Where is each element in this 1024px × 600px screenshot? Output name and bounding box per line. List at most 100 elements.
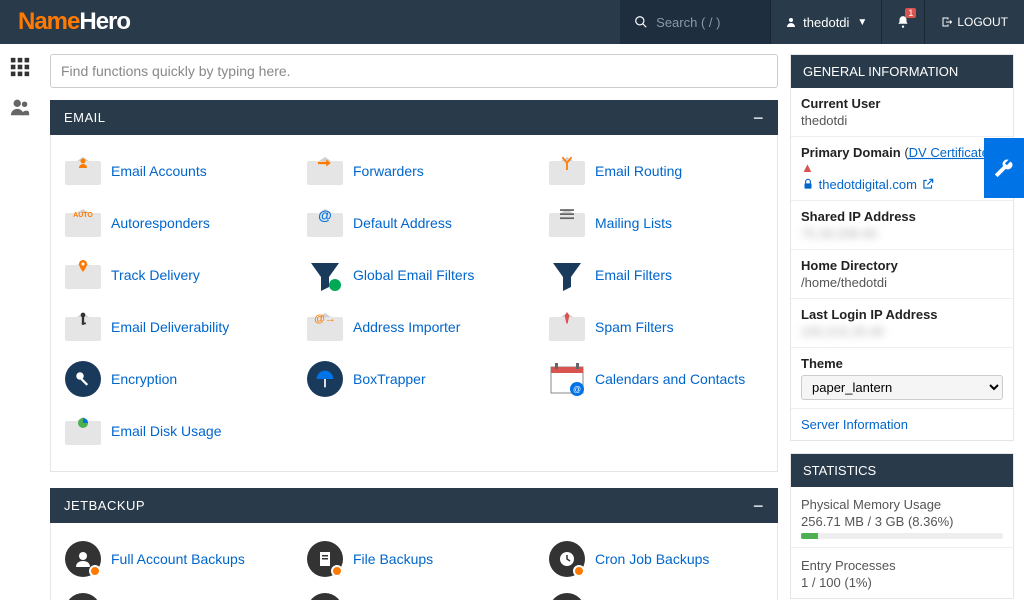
app-item[interactable]: Cron Job Backups (535, 533, 777, 585)
panel-email: EMAIL − Email Accounts Forwarders Email Ro… (50, 100, 778, 472)
app-item[interactable]: Email Deliverability (51, 301, 293, 353)
user-icon (785, 16, 797, 28)
wrench-tab[interactable] (984, 138, 1024, 198)
user-menu[interactable]: thedotdi ▼ (771, 0, 881, 44)
app-item[interactable]: Email Routing (535, 145, 777, 197)
app-icon (65, 257, 101, 293)
app-item[interactable]: Email Backups (535, 585, 777, 600)
app-link[interactable]: Email Deliverability (111, 319, 229, 335)
app-icon (65, 593, 101, 600)
current-user-label: Current User (801, 96, 1003, 111)
app-link[interactable]: File Backups (353, 551, 433, 567)
app-item[interactable]: Track Delivery (51, 249, 293, 301)
app-link[interactable]: Email Filters (595, 267, 672, 283)
logout-button[interactable]: LOGOUT (925, 0, 1024, 44)
leftbar (0, 44, 40, 600)
app-icon (65, 309, 101, 345)
app-link[interactable]: Email Disk Usage (111, 423, 221, 439)
primary-domain-link[interactable]: thedotdigital.com (819, 177, 935, 192)
dv-cert-link[interactable]: DV Certificate (909, 145, 989, 160)
topbar-search[interactable] (620, 0, 770, 44)
logo-white: Hero (79, 8, 130, 35)
app-item[interactable]: DNS Zone Backups (51, 585, 293, 600)
notifications[interactable]: 1 (882, 0, 924, 44)
last-login-value: 100.215.20.40 (801, 324, 1003, 339)
shared-ip-value: 75.34.208.40 (801, 226, 1003, 241)
current-user-value: thedotdi (801, 113, 1003, 128)
app-link[interactable]: Spam Filters (595, 319, 674, 335)
app-link[interactable]: Email Accounts (111, 163, 207, 179)
panel-head-email[interactable]: EMAIL − (50, 100, 778, 135)
app-item[interactable]: Email Accounts (51, 145, 293, 197)
server-info-link[interactable]: Server Information (801, 417, 908, 432)
mem-value: 256.71 MB / 3 GB (8.36%) (801, 514, 1003, 529)
app-item[interactable]: Global Email Filters (293, 249, 535, 301)
app-link[interactable]: Default Address (353, 215, 452, 231)
app-icon (307, 361, 343, 397)
app-link[interactable]: Cron Job Backups (595, 551, 709, 567)
general-info-panel: GENERAL INFORMATION Current User thedotd… (790, 54, 1014, 441)
app-icon (65, 361, 101, 397)
mem-label: Physical Memory Usage (801, 497, 1003, 512)
app-icon (549, 153, 585, 189)
apps-grid-icon[interactable] (9, 56, 31, 78)
sidebar: GENERAL INFORMATION Current User thedotd… (790, 44, 1024, 600)
logout-icon (941, 16, 953, 28)
warning-icon: ▲ (801, 160, 1003, 175)
app-link[interactable]: Encryption (111, 371, 177, 387)
panel-title: JETBACKUP (64, 498, 145, 513)
app-link[interactable]: BoxTrapper (353, 371, 426, 387)
primary-domain-label: Primary Domain (DV Certificate) (801, 145, 1003, 160)
app-link[interactable]: Full Account Backups (111, 551, 245, 567)
search-icon (634, 15, 648, 29)
sidebar-head: STATISTICS (791, 454, 1013, 487)
app-icon: @→ (307, 309, 343, 345)
logo-orange: Name (18, 8, 79, 35)
app-link[interactable]: Mailing Lists (595, 215, 672, 231)
app-link[interactable]: Global Email Filters (353, 267, 474, 283)
app-link[interactable]: Address Importer (353, 319, 460, 335)
app-icon (65, 413, 101, 449)
app-item[interactable]: @→ Address Importer (293, 301, 535, 353)
app-item[interactable]: Forwarders (293, 145, 535, 197)
app-item[interactable]: Encryption (51, 353, 293, 405)
logout-label: LOGOUT (957, 15, 1008, 29)
app-item[interactable]: @ Calendars and Contacts (535, 353, 777, 405)
app-icon (549, 309, 585, 345)
logo[interactable]: NameHero (0, 8, 148, 36)
app-link[interactable]: Email Routing (595, 163, 682, 179)
entry-value: 1 / 100 (1%) (801, 575, 1003, 590)
app-link[interactable]: Autoresponders (111, 215, 210, 231)
entry-label: Entry Processes (801, 558, 1003, 573)
app-icon (549, 205, 585, 241)
app-item[interactable]: @Default Address (293, 197, 535, 249)
app-link[interactable]: Forwarders (353, 163, 424, 179)
mem-progress (801, 533, 1003, 539)
search-input[interactable] (656, 15, 746, 30)
panel-head-jetbackup[interactable]: JETBACKUP − (50, 488, 778, 523)
app-icon (549, 593, 585, 600)
shared-ip-label: Shared IP Address (801, 209, 1003, 224)
app-item[interactable]: BoxTrapper (293, 353, 535, 405)
quick-search-input[interactable] (50, 54, 778, 88)
app-link[interactable]: Calendars and Contacts (595, 371, 745, 387)
theme-select[interactable]: paper_lantern (801, 375, 1003, 400)
app-item[interactable]: Email Disk Usage (51, 405, 293, 457)
home-dir-label: Home Directory (801, 258, 1003, 273)
theme-label: Theme (801, 356, 1003, 371)
app-item[interactable]: Email Filters (535, 249, 777, 301)
users-icon[interactable] (9, 96, 31, 118)
app-link[interactable]: Track Delivery (111, 267, 200, 283)
app-item[interactable]: Mailing Lists (535, 197, 777, 249)
app-item[interactable]: Database Backups (293, 585, 535, 600)
app-item[interactable]: File Backups (293, 533, 535, 585)
app-icon (549, 541, 585, 577)
app-item[interactable]: Spam Filters (535, 301, 777, 353)
app-item[interactable]: AUTOAutoresponders (51, 197, 293, 249)
panel-title: EMAIL (64, 110, 106, 125)
app-icon (307, 153, 343, 189)
collapse-icon[interactable]: − (753, 501, 764, 511)
svg-text:@: @ (573, 385, 581, 394)
app-item[interactable]: Full Account Backups (51, 533, 293, 585)
collapse-icon[interactable]: − (753, 113, 764, 123)
